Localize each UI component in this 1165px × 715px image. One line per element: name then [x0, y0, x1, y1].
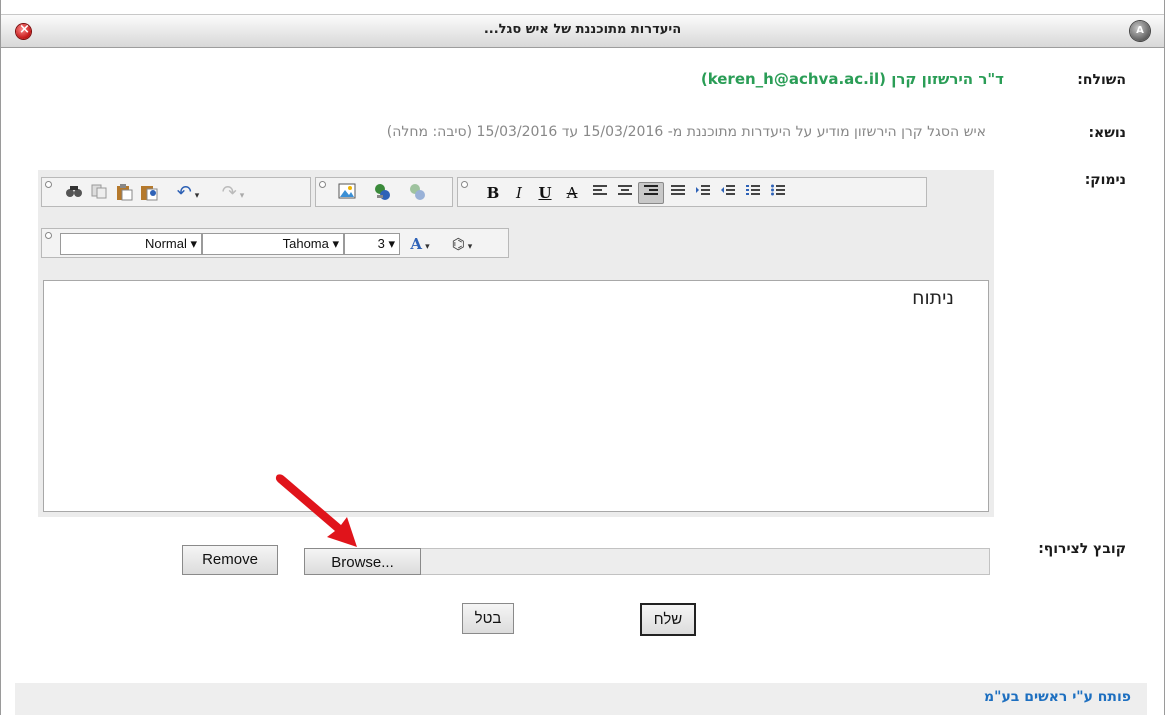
unordered-list-icon[interactable] [768, 183, 788, 203]
paste-icon[interactable] [114, 183, 134, 203]
font-size-select[interactable]: 3 ▾ [344, 233, 400, 255]
align-right-icon[interactable] [638, 182, 664, 204]
toolbar-clipboard-group: ↶ ▾ ↷ ▾ [41, 177, 311, 207]
paragraph-style-select[interactable]: Normal ▾ [60, 233, 202, 255]
indent-icon[interactable] [693, 183, 713, 203]
image-icon[interactable] [336, 183, 358, 203]
toolbar-font-group: Normal ▾ Tahoma ▾ 3 ▾ A ▾ ⌬ ▾ [41, 228, 509, 258]
redo-icon[interactable]: ↷ ▾ [217, 183, 249, 203]
toolbar-grip-icon[interactable] [319, 181, 326, 188]
outdent-icon[interactable] [718, 183, 738, 203]
send-button[interactable]: שלח [640, 603, 696, 636]
reason-label: נימוק: [1084, 172, 1126, 188]
toolbar-insert-group [315, 177, 453, 207]
paste-word-icon[interactable] [139, 183, 159, 203]
link-icon[interactable] [371, 183, 393, 203]
editor-content-area[interactable]: ניתוח [43, 280, 989, 512]
copy-icon[interactable] [89, 183, 109, 203]
undo-icon[interactable]: ↶ ▾ [172, 183, 204, 203]
red-arrow-annotation [275, 474, 357, 547]
align-left-icon[interactable] [590, 183, 610, 203]
unlink-icon[interactable] [406, 183, 428, 203]
subject-value: איש הסגל קרן הירשזון מודיע על היעדרות מת… [386, 124, 986, 140]
toolbar-grip-icon[interactable] [45, 181, 52, 188]
paragraph-style-value: Normal [144, 236, 187, 251]
highlight-color-icon[interactable]: ⌬ ▾ [442, 234, 482, 254]
font-color-icon[interactable]: A ▾ [404, 234, 436, 254]
toolbar-grip-icon[interactable] [45, 232, 52, 239]
align-center-icon[interactable] [615, 183, 635, 203]
app-logo-icon: A [1130, 21, 1150, 41]
dialog-title: היעדרות מתוכננת של איש סגל... [483, 22, 682, 37]
file-path-field[interactable] [420, 548, 990, 575]
footer-credit-link[interactable]: פותח ע"י ראשים בע"מ [984, 689, 1131, 705]
font-family-value: Tahoma [282, 236, 329, 251]
subject-label: נושא: [1088, 125, 1126, 141]
editor-content-text: ניתוח [912, 287, 954, 309]
toolbar-grip-icon[interactable] [461, 181, 468, 188]
justify-icon[interactable] [668, 183, 688, 203]
sender-value: ד"ר הירשזון קרן (keren_h@achva.ac.il) [700, 70, 1004, 88]
find-icon[interactable] [64, 183, 84, 203]
strikethrough-icon[interactable]: A [562, 183, 582, 203]
bold-icon[interactable]: B [484, 183, 502, 203]
rich-text-editor: ↶ ▾ ↷ ▾ B I U A Normal ▾ Tahoma ▾ 3 ▾ A … [38, 170, 994, 517]
sender-label: השולח: [1077, 72, 1126, 88]
underline-icon[interactable]: U [536, 183, 554, 203]
font-family-select[interactable]: Tahoma ▾ [202, 233, 344, 255]
dialog-window: היעדרות מתוכננת של איש סגל... A השולח: ד… [0, 0, 1165, 715]
attachment-label: קובץ לצירוף: [1038, 541, 1126, 557]
toolbar-formatting-group: B I U A [457, 177, 927, 207]
cancel-button[interactable]: בטל [462, 603, 514, 634]
ordered-list-icon[interactable] [743, 183, 763, 203]
footer-bar: פותח ע"י ראשים בע"מ [15, 683, 1147, 715]
title-bar: היעדרות מתוכננת של איש סגל... A [1, 14, 1164, 48]
italic-icon[interactable]: I [510, 183, 528, 203]
font-size-value: 3 [377, 236, 385, 251]
